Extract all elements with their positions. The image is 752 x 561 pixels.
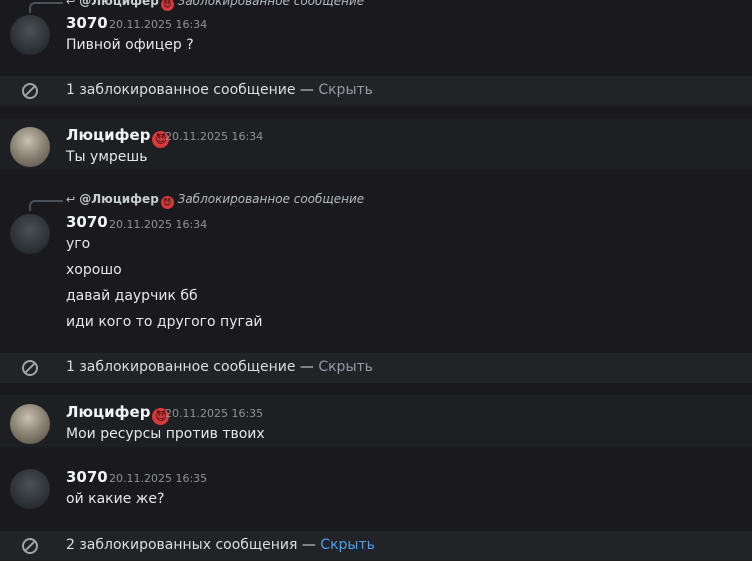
author-name[interactable]: Люцифер 😈	[66, 403, 170, 425]
reply-author[interactable]: @Люцифер	[79, 192, 159, 206]
hide-button[interactable]: Скрыть	[318, 359, 373, 375]
reply-arrow-icon: ↩	[66, 0, 76, 8]
reply-text: Заблокированное сообщение	[177, 0, 365, 8]
author-name[interactable]: Люцифер 😈	[66, 126, 170, 148]
blocked-messages-bar: 1 заблокированное сообщение — Скрыть	[0, 353, 752, 383]
avatar[interactable]	[10, 15, 50, 55]
message-group: 3070 20.11.2025 16:35 ой какие же?	[0, 447, 752, 531]
message-text: уго	[66, 236, 91, 252]
timestamp: 20.11.2025 16:34	[109, 18, 208, 31]
message-text: давай даурчик бб	[66, 288, 198, 304]
message-group: Люцифер 😈 20.11.2025 16:34 Ты умрешь	[0, 118, 752, 170]
blocked-label: 2 заблокированных сообщения — Скрыть	[66, 537, 375, 553]
hide-button[interactable]: Скрыть	[320, 537, 375, 553]
blocked-messages-bar: 2 заблокированных сообщения — Скрыть	[0, 531, 752, 561]
demon-emoji-icon: 😈	[160, 196, 174, 209]
avatar[interactable]	[10, 469, 50, 509]
blocked-label: 1 заблокированное сообщение — Скрыть	[66, 359, 373, 375]
message-text: Мои ресурсы против твоих	[66, 426, 265, 442]
avatar[interactable]	[10, 404, 50, 444]
blocked-count-text: 1 заблокированное сообщение —	[66, 359, 319, 375]
message-group: Люцифер 😈 20.11.2025 16:35 Мои ресурсы пр…	[0, 395, 752, 447]
author-name-text[interactable]: Люцифер	[66, 126, 150, 144]
message-group: ↩ @Люцифер 😈 Заблокированное сообщение 307…	[0, 170, 752, 353]
reply-preview[interactable]: ↩ @Люцифер 😈 Заблокированное сообщение	[66, 0, 364, 11]
timestamp: 20.11.2025 16:35	[109, 472, 208, 485]
reply-text: Заблокированное сообщение	[177, 192, 365, 206]
block-icon	[22, 360, 38, 376]
avatar[interactable]	[10, 127, 50, 167]
block-icon	[22, 538, 38, 554]
blocked-messages-bar: 1 заблокированное сообщение — Скрыть	[0, 76, 752, 106]
hide-button[interactable]: Скрыть	[318, 82, 373, 98]
author-name[interactable]: 3070	[66, 468, 108, 486]
message-text: Ты умрешь	[66, 149, 148, 165]
reply-author[interactable]: @Люцифер	[79, 0, 159, 8]
author-name[interactable]: 3070	[66, 213, 108, 231]
timestamp: 20.11.2025 16:34	[165, 130, 264, 143]
reply-preview[interactable]: ↩ @Люцифер 😈 Заблокированное сообщение	[66, 192, 364, 209]
reply-connector	[29, 200, 63, 211]
timestamp: 20.11.2025 16:34	[109, 218, 208, 231]
message-text: хорошо	[66, 262, 122, 278]
message-text: иди кого то другого пугай	[66, 314, 263, 330]
blocked-count-text: 1 заблокированное сообщение —	[66, 82, 319, 98]
reply-connector	[29, 2, 63, 13]
demon-emoji-icon: 😈	[160, 0, 174, 11]
author-name[interactable]: 3070	[66, 14, 108, 32]
timestamp: 20.11.2025 16:35	[165, 407, 264, 420]
blocked-count-text: 2 заблокированных сообщения —	[66, 537, 321, 553]
reply-arrow-icon: ↩	[66, 193, 76, 206]
author-name-text[interactable]: Люцифер	[66, 403, 150, 421]
message-text: Пивной офицер ?	[66, 37, 194, 53]
block-icon	[22, 83, 38, 99]
message-group: ↩ @Люцифер 😈 Заблокированное сообщение 307…	[0, 0, 752, 76]
message-text: ой какие же?	[66, 491, 165, 507]
avatar[interactable]	[10, 214, 50, 254]
blocked-label: 1 заблокированное сообщение — Скрыть	[66, 82, 373, 98]
